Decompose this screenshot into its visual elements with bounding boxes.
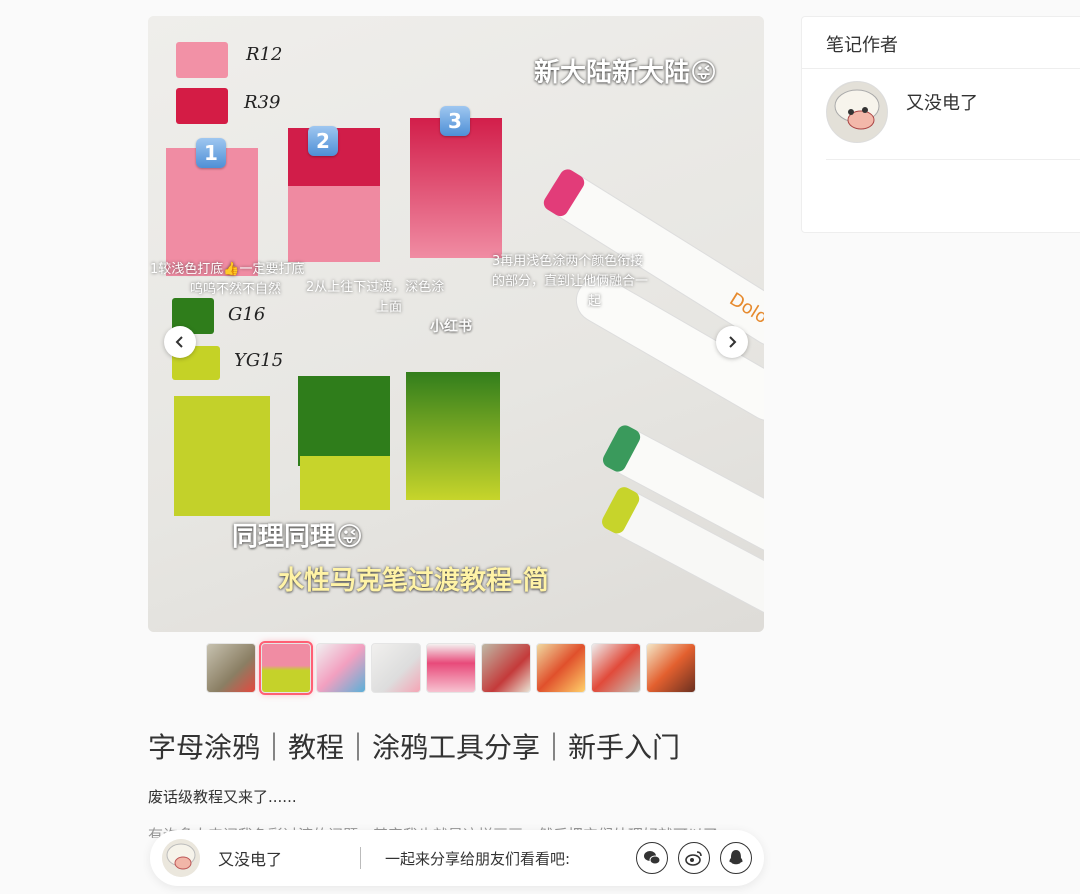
share-bar: 又没电了 一起来分享给朋友们看看吧: — [150, 830, 764, 886]
step-note-1-line2: 呜呜不然不自然 — [190, 282, 282, 297]
share-wechat-button[interactable] — [636, 842, 668, 874]
step-badge-2: 2 — [308, 126, 338, 156]
sharebar-author-name[interactable]: 又没电了 — [218, 846, 338, 870]
carousel-prev-button[interactable] — [164, 326, 196, 358]
page: R12 R39 G16 YG15 1 2 3 新大陆新大陆😜 1较浅色打底👍一定… — [0, 0, 1080, 894]
pink-block-3 — [410, 118, 502, 258]
thumbnail-5[interactable] — [426, 643, 476, 693]
author-card-divider — [826, 159, 1080, 160]
step-note-3-line3: 起 — [588, 294, 602, 309]
author-card: 笔记作者 又没电了 — [801, 16, 1080, 233]
watermark: 小红书 — [430, 319, 472, 335]
swatch-r39 — [176, 88, 228, 124]
step-note-3-line2: 的部分，直到让他俩融合一 — [492, 274, 649, 289]
label-yg15: YG15 — [234, 350, 284, 371]
qq-icon — [729, 850, 743, 865]
swatch-r12 — [176, 42, 228, 78]
step-note-1-line1: 1较浅色打底👍一定要打底 — [150, 262, 305, 277]
share-qq-button[interactable] — [720, 842, 752, 874]
green-block-3 — [406, 372, 500, 500]
label-g16: G16 — [228, 304, 266, 325]
thumbnail-9[interactable] — [646, 643, 696, 693]
step-note-3-line1: 3再用浅色涂两个颜色衔接 — [492, 254, 644, 269]
thumbnail-4[interactable] — [371, 643, 421, 693]
sharebar-avatar[interactable] — [162, 839, 200, 877]
green-block-2-bottom — [300, 456, 390, 510]
share-buttons — [636, 842, 752, 874]
overlay-title: 新大陆新大陆😜 — [534, 58, 718, 88]
step-badge-3: 3 — [440, 106, 470, 136]
step-note-2: 2从上往下过渡，深色涂 上面 — [306, 278, 444, 318]
thumbnail-3[interactable] — [316, 643, 366, 693]
sharebar-divider — [360, 847, 361, 869]
thumbnail-2[interactable] — [259, 641, 313, 695]
note-desc-line1: 废话级教程又来了...... — [148, 788, 297, 806]
thumbnail-strip — [206, 641, 696, 695]
author-info: 又没电了 — [826, 81, 978, 143]
step-note-1: 1较浅色打底👍一定要打底 呜呜不然不自然 — [150, 260, 304, 300]
wechat-icon — [644, 851, 661, 865]
thumbnail-1[interactable] — [206, 643, 256, 693]
share-weibo-button[interactable] — [678, 842, 710, 874]
green-block-2-top — [298, 376, 390, 466]
label-r39: R39 — [244, 92, 281, 113]
overlay-bottom-2: 水性马克笔过渡教程-简 — [278, 566, 549, 596]
thumbnail-6[interactable] — [481, 643, 531, 693]
thumbnail-7[interactable] — [536, 643, 586, 693]
label-r12: R12 — [246, 44, 283, 65]
chevron-right-icon — [729, 336, 737, 348]
step-note-3: 3再用浅色涂两个颜色衔接 的部分，直到让他俩融合一 起 — [492, 252, 648, 312]
step-note-2-line2: 上面 — [376, 300, 403, 315]
author-name[interactable]: 又没电了 — [906, 89, 978, 115]
share-prompt: 一起来分享给朋友们看看吧: — [385, 849, 571, 868]
overlay-bottom-1: 同理同理😜 — [232, 522, 364, 552]
sheep-avatar-icon — [162, 839, 200, 877]
chevron-left-icon — [175, 336, 183, 348]
step-badge-1: 1 — [196, 138, 226, 168]
note-image-carousel[interactable]: R12 R39 G16 YG15 1 2 3 新大陆新大陆😜 1较浅色打底👍一定… — [148, 16, 764, 632]
note-title: 字母涂鸦｜教程｜涂鸦工具分享｜新手入门 — [148, 731, 681, 764]
pink-block-2-bottom — [288, 186, 380, 262]
step-note-2-line1: 2从上往下过渡，深色涂 — [306, 280, 445, 295]
carousel-next-button[interactable] — [716, 326, 748, 358]
author-card-header: 笔记作者 — [802, 17, 1080, 69]
author-avatar[interactable] — [826, 81, 888, 143]
green-block-1 — [174, 396, 270, 516]
sheep-avatar-icon — [827, 82, 887, 142]
weibo-icon — [685, 851, 702, 866]
thumbnail-8[interactable] — [591, 643, 641, 693]
